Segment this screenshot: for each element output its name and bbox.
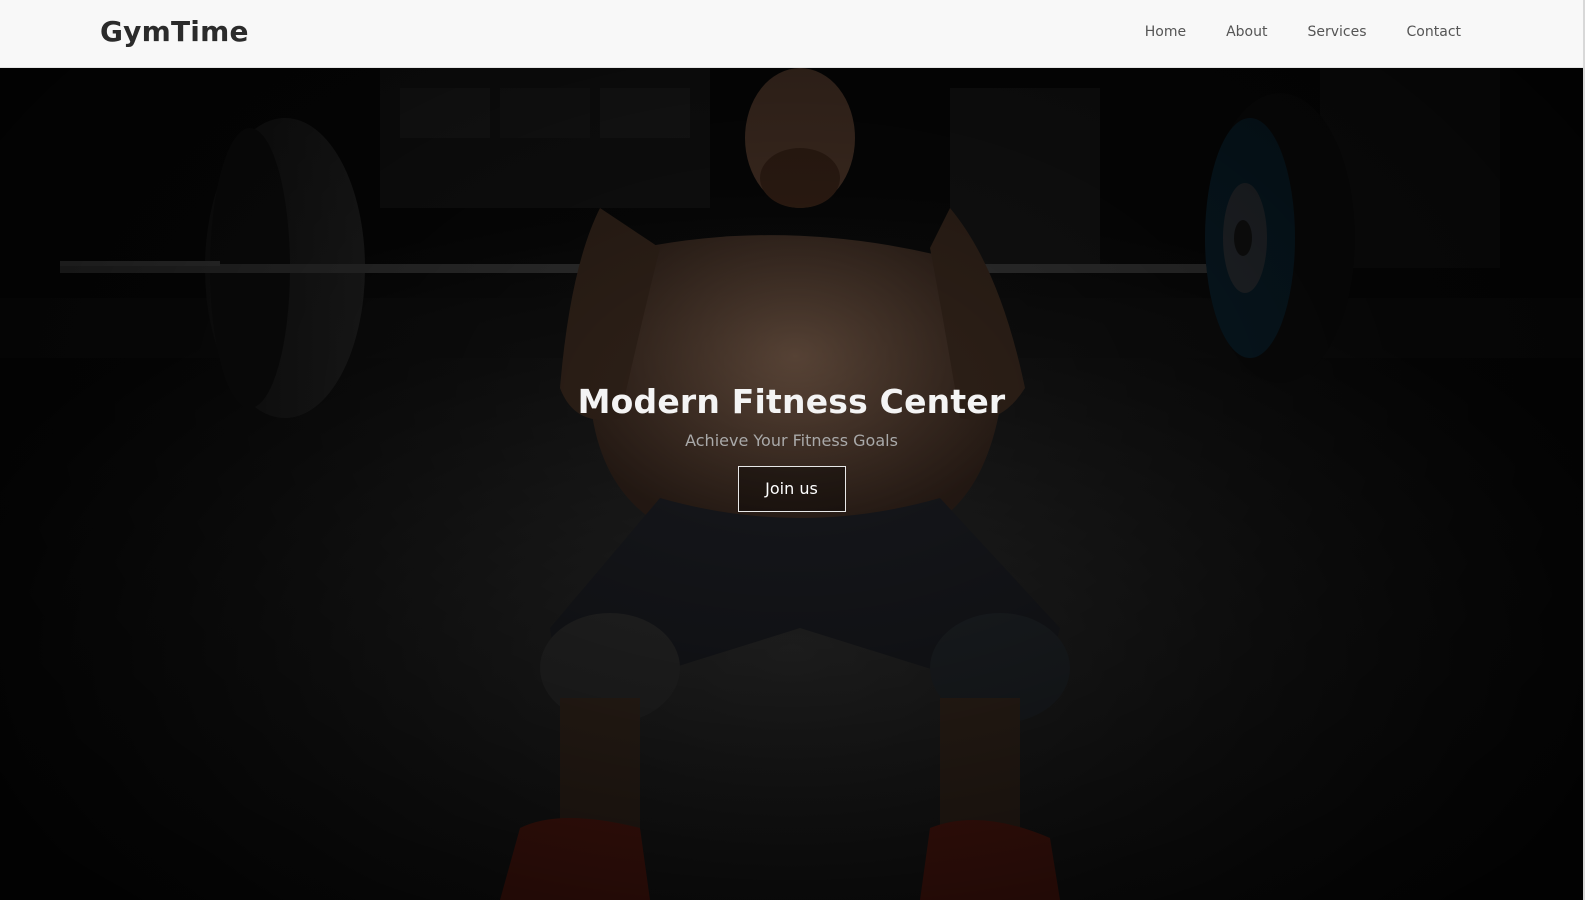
nav-link-services[interactable]: Services (1307, 24, 1366, 40)
top-navbar: GymTime Home About Services Contact (0, 0, 1585, 68)
hero-section: Modern Fitness Center Achieve Your Fitne… (0, 68, 1583, 900)
nav-link-contact[interactable]: Contact (1407, 24, 1461, 40)
join-us-button[interactable]: Join us (737, 466, 846, 512)
nav-link-about[interactable]: About (1226, 24, 1267, 40)
nav-link-home[interactable]: Home (1145, 24, 1186, 40)
hero-subtitle: Achieve Your Fitness Goals (685, 431, 898, 450)
main-nav: Home About Services Contact (1145, 24, 1461, 40)
hero-content: Modern Fitness Center Achieve Your Fitne… (0, 380, 1583, 512)
brand-logo[interactable]: GymTime (100, 15, 249, 48)
hero-title: Modern Fitness Center (577, 382, 1006, 421)
